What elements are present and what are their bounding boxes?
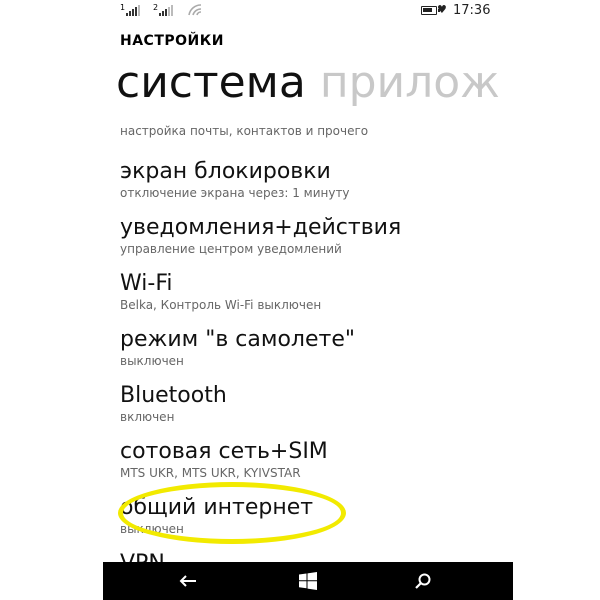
sim2-label: 2	[153, 3, 159, 12]
settings-item-title: сотовая сеть+SIM	[120, 439, 328, 464]
settings-item-subtitle: выключен	[120, 354, 184, 368]
phone-screen: 1 2 ♥ 17:36 НАСТРОЙКИ система прилож наст…	[103, 0, 513, 600]
back-button[interactable]	[158, 562, 218, 600]
settings-item-airplane-mode[interactable]: режим "в самолете" выключен	[120, 326, 510, 368]
clock: 17:36	[453, 3, 491, 18]
pivot-header: система прилож	[116, 55, 500, 111]
settings-item-subtitle: включен	[120, 410, 175, 424]
settings-item-lock-screen[interactable]: экран блокировки отключение экрана через…	[120, 158, 510, 200]
pivot-applications[interactable]: прилож	[320, 57, 500, 108]
settings-item-cellular-sim[interactable]: сотовая сеть+SIM MTS UKR, MTS UKR, KYIVS…	[120, 438, 510, 480]
search-icon	[415, 573, 431, 589]
settings-item-title: уведомления+действия	[120, 215, 402, 240]
settings-item-title: экран блокировки	[120, 159, 331, 184]
settings-item-subtitle: выключен	[120, 522, 184, 536]
battery-icon	[421, 6, 440, 15]
settings-item-email[interactable]: настройка почты, контактов и прочего	[120, 124, 510, 138]
settings-item-title: Bluetooth	[120, 383, 227, 408]
settings-item-title: общий интернет	[120, 495, 314, 520]
settings-item-subtitle: управление центром уведомлений	[120, 242, 342, 256]
settings-item-subtitle: MTS UKR, MTS UKR, KYIVSTAR	[120, 466, 301, 480]
settings-item-notifications[interactable]: уведомления+действия управление центром …	[120, 214, 510, 256]
settings-item-wifi[interactable]: Wi-Fi Belka, Контроль Wi-Fi выключен	[120, 270, 510, 312]
sim1-label: 1	[120, 3, 126, 12]
signal-icon: 1	[120, 4, 141, 16]
settings-item-internet-sharing[interactable]: общий интернет выключен	[120, 494, 510, 536]
settings-item-bluetooth[interactable]: Bluetooth включен	[120, 382, 510, 424]
settings-item-title: режим "в самолете"	[120, 327, 355, 352]
back-icon	[179, 575, 196, 587]
search-button[interactable]	[393, 562, 453, 600]
app-title: НАСТРОЙКИ	[120, 33, 224, 49]
pivot-system[interactable]: система	[116, 57, 306, 108]
settings-item-title: Wi-Fi	[120, 271, 173, 296]
battery-saver-icon: ♥	[437, 3, 447, 16]
windows-icon	[299, 572, 317, 590]
settings-item-subtitle: отключение экрана через: 1 минуту	[120, 186, 350, 200]
wifi-icon	[188, 4, 202, 16]
settings-item-subtitle: Belka, Контроль Wi-Fi выключен	[120, 298, 322, 312]
start-button[interactable]	[278, 562, 338, 600]
navigation-bar	[103, 562, 513, 600]
settings-item-subtitle: настройка почты, контактов и прочего	[120, 124, 369, 138]
status-bar: 1 2 ♥ 17:36	[103, 0, 513, 22]
signal-icon: 2	[153, 4, 174, 16]
